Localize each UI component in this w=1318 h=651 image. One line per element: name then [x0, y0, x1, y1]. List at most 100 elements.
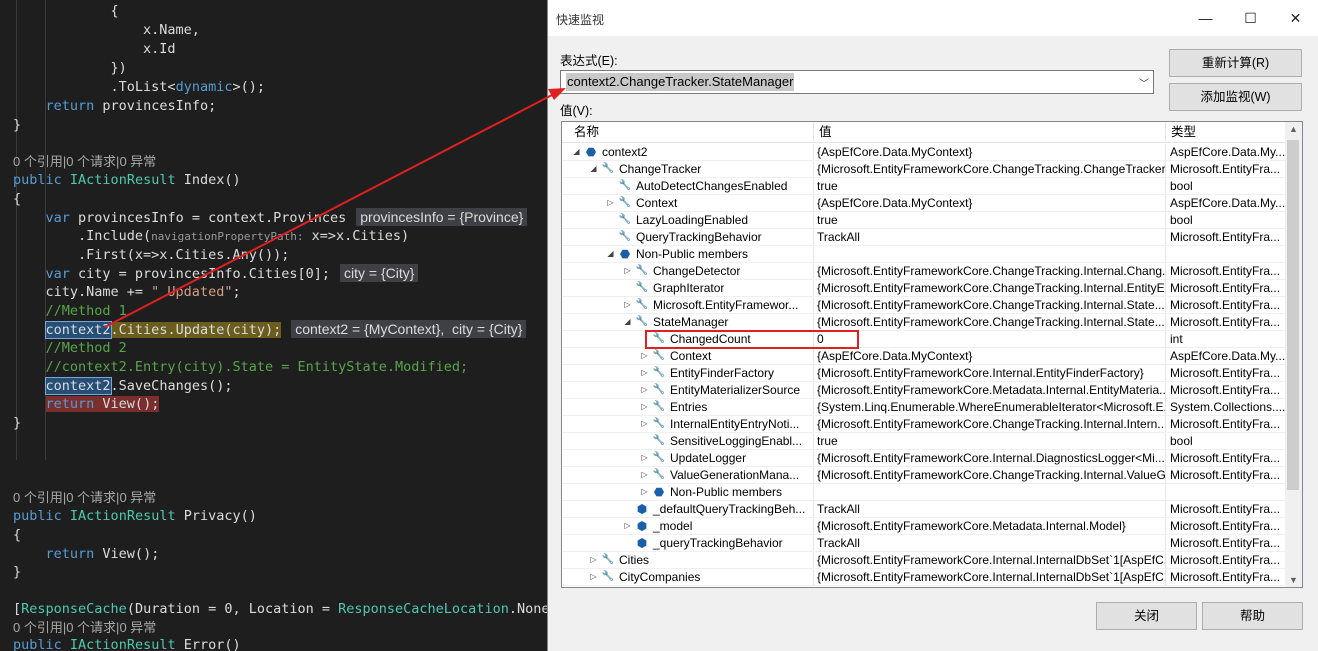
watch-row[interactable]: ▷ 🔧 ValueGenerationMana... {Microsoft.Entit…: [562, 467, 1286, 484]
row-value[interactable]: {Microsoft.EntityFrameworkCore.Internal.…: [813, 552, 1165, 568]
row-value[interactable]: {AspEfCore.Data.MyContext}: [813, 195, 1165, 211]
expand-arrow-icon[interactable]: ▷: [589, 569, 598, 585]
row-value[interactable]: {System.Linq.Enumerable.WhereEnumerableI…: [813, 399, 1165, 415]
row-value[interactable]: [813, 246, 1165, 262]
watch-row[interactable]: ▷ 🔧 InternalEntityEntryNoti... {Microsoft.E…: [562, 416, 1286, 433]
row-value[interactable]: {Microsoft.EntityFrameworkCore.ChangeTra…: [813, 161, 1165, 177]
watch-row[interactable]: ▷ 🔧 Cities {Microsoft.EntityFrameworkCore.I…: [562, 552, 1286, 569]
column-name[interactable]: 名称: [562, 122, 813, 142]
minimize-icon[interactable]: —: [1183, 0, 1228, 36]
watch-row[interactable]: ◢ 🔧 ChangeTracker {Microsoft.EntityFramewor…: [562, 161, 1286, 178]
add-watch-button[interactable]: 添加监视(W): [1169, 83, 1302, 111]
expand-arrow-icon[interactable]: ▷: [640, 450, 649, 466]
row-value[interactable]: TrackAll: [813, 501, 1165, 517]
watch-row[interactable]: ⬢ _defaultQueryTrackingBeh... TrackAll Micr…: [562, 501, 1286, 518]
expand-arrow-icon[interactable]: ▷: [606, 195, 615, 211]
watch-row[interactable]: ▷ 🔧 EntityMaterializerSource {Microsoft.Ent…: [562, 382, 1286, 399]
expand-arrow-icon[interactable]: ▷: [623, 518, 632, 534]
collapse-arrow-icon[interactable]: ◢: [606, 246, 615, 262]
expand-arrow-icon[interactable]: ▷: [623, 263, 632, 279]
expand-arrow-icon[interactable]: ▷: [640, 484, 649, 500]
collapse-arrow-icon[interactable]: ◢: [572, 144, 581, 160]
watch-row[interactable]: 🔧 QueryTrackingBehavior TrackAll Microsoft.…: [562, 229, 1286, 246]
watch-row[interactable]: ▷ 🔧 Entries {System.Linq.Enumerable.WhereEn…: [562, 399, 1286, 416]
watch-row[interactable]: ▷ 🔧 ChangeDetector {Microsoft.EntityFramewo…: [562, 263, 1286, 280]
code-text: context2.Cities.Update(city);: [44, 321, 282, 339]
watch-row[interactable]: ▷ 🔧 Microsoft.EntityFramewor... {Microsoft.…: [562, 297, 1286, 314]
scrollbar-thumb[interactable]: [1287, 140, 1299, 490]
row-value[interactable]: {Microsoft.EntityFrameworkCore.ChangeTra…: [813, 467, 1165, 483]
code-text: 0 个引用|0 个请求|0 异常: [13, 620, 157, 635]
expression-input[interactable]: context2.ChangeTracker.StateManager ﹀: [560, 70, 1154, 94]
row-value[interactable]: true: [813, 433, 1165, 449]
row-value[interactable]: {Microsoft.EntityFrameworkCore.Internal.…: [813, 569, 1165, 585]
row-value[interactable]: true: [813, 178, 1165, 194]
row-value[interactable]: {Microsoft.EntityFrameworkCore.ChangeTra…: [813, 416, 1165, 432]
datatip[interactable]: city = {City}: [340, 264, 419, 282]
help-button[interactable]: 帮助: [1202, 602, 1303, 630]
row-value[interactable]: {Microsoft.EntityFrameworkCore.ChangeTra…: [813, 297, 1165, 313]
expand-arrow-icon[interactable]: ▷: [640, 399, 649, 415]
code-line: {: [13, 526, 21, 545]
property-wrench-icon: 🔧: [635, 265, 649, 276]
row-value[interactable]: TrackAll: [813, 229, 1165, 245]
column-value[interactable]: 值: [813, 122, 1165, 142]
expand-arrow-icon[interactable]: ▷: [589, 552, 598, 568]
watch-row[interactable]: ◢ ⬣ context2 {AspEfCore.Data.MyContext} AspE…: [562, 144, 1286, 161]
collapse-arrow-icon[interactable]: ◢: [623, 314, 632, 330]
row-type: AspEfCore.Data.My...: [1165, 144, 1286, 160]
scroll-down-icon[interactable]: ▼: [1285, 575, 1302, 585]
collapse-arrow-icon[interactable]: ◢: [589, 161, 598, 177]
row-value[interactable]: {Microsoft.EntityFrameworkCore.Internal.…: [813, 365, 1165, 381]
expand-arrow-icon[interactable]: ▷: [640, 416, 649, 432]
watch-row[interactable]: ◢ ⬣ Non-Public members: [562, 246, 1286, 263]
watch-row[interactable]: 🔧 AutoDetectChangesEnabled true bool: [562, 178, 1286, 195]
recalculate-button[interactable]: 重新计算(R): [1169, 49, 1302, 77]
code-text: //Method 1: [13, 303, 127, 319]
datatip[interactable]: provincesInfo = {Province}: [356, 208, 528, 226]
watch-row[interactable]: 🔧 GraphIterator {Microsoft.EntityFramework…: [562, 280, 1286, 297]
expand-arrow-icon[interactable]: ▷: [623, 297, 632, 313]
watch-row[interactable]: ◢ 🔧 StateManager {Microsoft.EntityFramework…: [562, 314, 1286, 331]
row-value[interactable]: [813, 484, 1165, 500]
datatip[interactable]: context2 = {MyContext}, city = {City}: [291, 320, 527, 338]
watch-row[interactable]: ▷ ⬣ Non-Public members: [562, 484, 1286, 501]
expression-label: 表达式(E):: [560, 54, 618, 68]
expand-arrow-icon[interactable]: ▷: [640, 365, 649, 381]
code-text: var provincesInfo = context.Provinces: [45, 210, 347, 226]
watch-row[interactable]: ▷ ⬢ _model {Microsoft.EntityFrameworkCore.M…: [562, 518, 1286, 535]
row-value[interactable]: {Microsoft.EntityFrameworkCore.ChangeTra…: [813, 280, 1165, 296]
row-value[interactable]: {Microsoft.EntityFrameworkCore.Internal.…: [813, 450, 1165, 466]
watch-row[interactable]: ▷ 🔧 UpdateLogger {Microsoft.EntityFramework…: [562, 450, 1286, 467]
watch-row[interactable]: ⬢ _queryTrackingBehavior TrackAll Microsoft…: [562, 535, 1286, 552]
row-value[interactable]: {AspEfCore.Data.MyContext}: [813, 144, 1165, 160]
row-value[interactable]: {Microsoft.EntityFrameworkCore.Metadata.…: [813, 518, 1165, 534]
code-text: return View();: [45, 546, 160, 562]
vertical-scrollbar[interactable]: ▲ ▼: [1285, 122, 1302, 587]
row-name-cell: ▷ 🔧 ValueGenerationMana...: [562, 467, 812, 483]
expand-arrow-icon[interactable]: ▷: [640, 348, 649, 364]
watch-row[interactable]: ▷ 🔧 Context {AspEfCore.Data.MyContext} AspEf…: [562, 195, 1286, 212]
chevron-down-icon[interactable]: ﹀: [1139, 75, 1149, 90]
close-icon[interactable]: ✕: [1273, 0, 1318, 36]
row-value[interactable]: {Microsoft.EntityFrameworkCore.Metadata.…: [813, 382, 1165, 398]
row-value[interactable]: {AspEfCore.Data.MyContext}: [813, 348, 1165, 364]
code-text: public IActionResult Index(): [13, 172, 241, 188]
expand-arrow-icon[interactable]: ▷: [640, 382, 649, 398]
column-type[interactable]: 类型: [1165, 122, 1286, 142]
watch-row[interactable]: 🔧 SensitiveLoggingEnabl... true bool: [562, 433, 1286, 450]
watch-row[interactable]: 🔧 LazyLoadingEnabled true bool: [562, 212, 1286, 229]
scroll-up-icon[interactable]: ▲: [1285, 124, 1302, 134]
maximize-icon[interactable]: ☐: [1228, 0, 1273, 36]
watch-row[interactable]: ▷ 🔧 CityCompanies {Microsoft.EntityFramewor…: [562, 569, 1286, 586]
code-editor[interactable]: { x.Name, x.Id }) .ToList<dynamic>(); re…: [0, 0, 548, 651]
row-value[interactable]: true: [813, 212, 1165, 228]
row-value[interactable]: 0: [813, 331, 1165, 347]
close-button[interactable]: 关闭: [1096, 602, 1197, 630]
row-value[interactable]: {Microsoft.EntityFrameworkCore.ChangeTra…: [813, 314, 1165, 330]
expand-arrow-icon[interactable]: ▷: [640, 467, 649, 483]
row-value[interactable]: TrackAll: [813, 535, 1165, 551]
watch-row[interactable]: ▷ 🔧 EntityFinderFactory {Microsoft.EntityFr…: [562, 365, 1286, 382]
watch-row[interactable]: ▷ 🔧 Context {AspEfCore.Data.MyContext} AspEf…: [562, 348, 1286, 365]
row-value[interactable]: {Microsoft.EntityFrameworkCore.ChangeTra…: [813, 263, 1165, 279]
